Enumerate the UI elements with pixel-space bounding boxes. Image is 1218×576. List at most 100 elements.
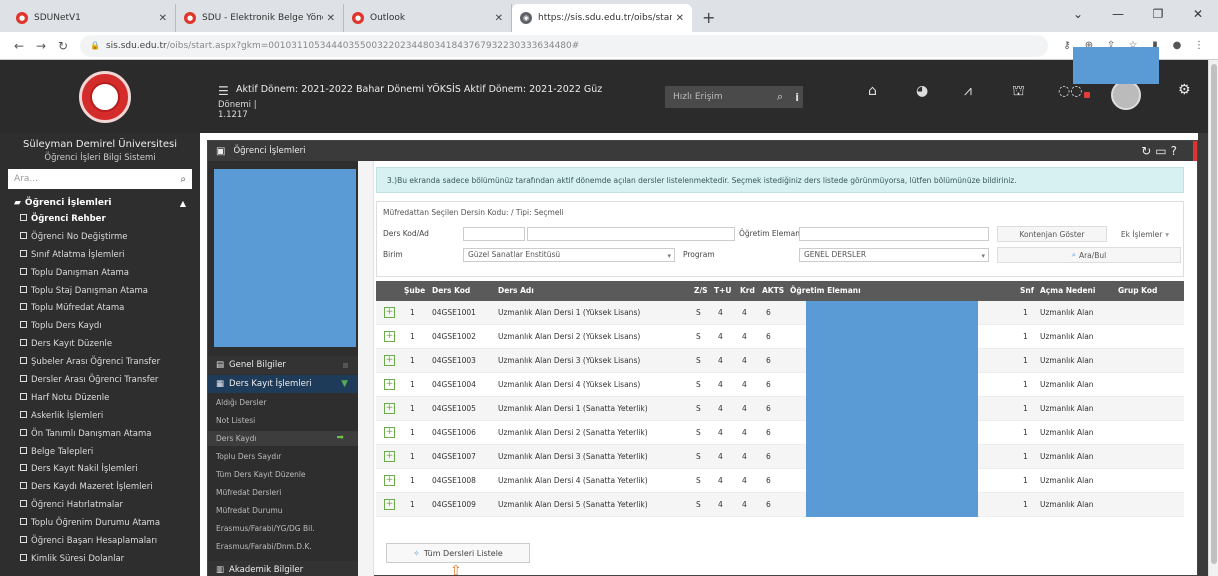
plus-icon[interactable]: +: [384, 379, 395, 390]
inner-menu-item[interactable]: Not Listesi: [208, 413, 358, 428]
menu-akademik-bilgiler[interactable]: ▥ Akademik Bilgiler: [208, 561, 358, 576]
inner-menu-item[interactable]: Müfredat Dersleri: [208, 485, 358, 500]
sidebar-item[interactable]: Öğrenci Başarı Hesaplamaları: [0, 533, 200, 551]
sidebar-item[interactable]: Askerlik İşlemleri: [0, 408, 200, 426]
refresh-icon[interactable]: ↻: [1141, 144, 1155, 158]
more-icon[interactable]: ⋮: [1188, 40, 1210, 51]
minimize-icon[interactable]: —: [1098, 7, 1138, 21]
table-row[interactable]: +1 04GSE1007 Uzmanlık Alan Dersi 3 (Sanatt…: [376, 445, 1184, 469]
inner-menu-item[interactable]: Toplu Ders Saydır: [208, 449, 358, 464]
scrollbar-thumb[interactable]: [1211, 64, 1217, 564]
sidebar-item[interactable]: Öğrenci Rehber: [0, 211, 200, 229]
chevron-down-icon[interactable]: ⌄: [1058, 7, 1098, 21]
search-icon[interactable]: ⌕: [180, 174, 186, 185]
ara-bul-button[interactable]: ⌕ Ara/Bul: [997, 247, 1181, 263]
sidebar-item[interactable]: Öğrenci No Değiştirme: [0, 229, 200, 247]
sidebar-item[interactable]: Şubeler Arası Öğrenci Transfer: [0, 354, 200, 372]
sidebar-item[interactable]: Toplu Danışman Atama: [0, 265, 200, 283]
university-logo[interactable]: [79, 70, 131, 123]
sidebar-item[interactable]: Harf Notu Düzenle: [0, 390, 200, 408]
collapse-icon[interactable]: ▭: [1155, 144, 1170, 158]
plus-icon[interactable]: +: [384, 403, 395, 414]
inner-menu-item[interactable]: Erasmus/Farabi/YG/DG Bil.: [208, 521, 358, 536]
close-icon[interactable]: ✕: [676, 13, 684, 24]
gear-icon[interactable]: ⚙: [1178, 82, 1191, 98]
profile-icon[interactable]: ●: [1166, 40, 1188, 51]
birim-select[interactable]: Güzel Sanatlar Enstitüsü ▾: [463, 248, 675, 262]
inner-menu-item[interactable]: Aldığı Dersler: [208, 395, 358, 410]
sidebar-item[interactable]: Ders Kayıt Düzenle: [0, 336, 200, 354]
sidebar-group-ogrenci[interactable]: ▰ Öğrenci İşlemleri ▲: [0, 195, 200, 211]
ogretim-input[interactable]: [799, 227, 989, 241]
browser-tab-3[interactable]: ● Outlook ✕: [344, 4, 512, 32]
page-scrollbar[interactable]: [1208, 60, 1218, 576]
browser-tab-4[interactable]: ◉ https://sis.sdu.edu.tr/oibs/start.a ✕: [512, 4, 692, 32]
help-icon[interactable]: ?: [1171, 144, 1181, 158]
inner-menu-item[interactable]: Ders Kaydı ➡: [208, 431, 358, 446]
sidebar-item[interactable]: Toplu Ders Kaydı: [0, 318, 200, 336]
info-card-icon: ▤: [216, 360, 225, 370]
kontenjan-button[interactable]: Kontenjan Göster: [997, 226, 1107, 242]
table-row[interactable]: +1 04GSE1001 Uzmanlık Alan Dersi 1 (Yüksek…: [376, 301, 1184, 325]
sidebar-item[interactable]: Belge Talepleri: [0, 444, 200, 462]
table-row[interactable]: +1 04GSE1008 Uzmanlık Alan Dersi 4 (Sanatt…: [376, 469, 1184, 493]
sidebar-item[interactable]: Öğrenci Hatırlatmalar: [0, 497, 200, 515]
ders-kod-input[interactable]: [463, 227, 525, 241]
sidebar-item[interactable]: Toplu Müfredat Atama: [0, 300, 200, 318]
ek-islemler-button[interactable]: Ek İşlemler ▾: [1109, 226, 1181, 242]
plus-icon[interactable]: +: [384, 331, 395, 342]
bank-icon[interactable]: ⛫: [1012, 83, 1025, 101]
menu-icon[interactable]: ☰: [218, 84, 229, 98]
sidebar-item[interactable]: Toplu Staj Danışman Atama: [0, 283, 200, 301]
home-icon[interactable]: ⌂: [868, 83, 877, 99]
plus-icon[interactable]: +: [384, 427, 395, 438]
pie-chart-icon[interactable]: ◕: [916, 83, 928, 99]
inner-menu-item[interactable]: Erasmus/Farabi/Dnm.D.K.: [208, 539, 358, 554]
plus-icon[interactable]: +: [384, 475, 395, 486]
table-row[interactable]: +1 04GSE1003 Uzmanlık Alan Dersi 3 (Yüksek…: [376, 349, 1184, 373]
inner-menu-item[interactable]: Müfredat Durumu: [208, 503, 358, 518]
plus-icon[interactable]: +: [384, 307, 395, 318]
sidebar-item[interactable]: Kimlik Süresi Dolanlar: [0, 551, 200, 569]
avatar[interactable]: [1111, 80, 1141, 110]
table-row[interactable]: +1 04GSE1006 Uzmanlık Alan Dersi 2 (Sanatt…: [376, 421, 1184, 445]
close-window-icon[interactable]: ✕: [1178, 7, 1218, 21]
plus-icon[interactable]: +: [384, 499, 395, 510]
sidebar-item[interactable]: Ders Kayıt Nakil İşlemleri: [0, 461, 200, 479]
search-icon[interactable]: ⌕: [777, 90, 783, 104]
list-all-courses-button[interactable]: ✧ Tüm Dersleri Listele: [386, 543, 530, 563]
table-row[interactable]: +1 04GSE1002 Uzmanlık Alan Dersi 2 (Yüksek…: [376, 325, 1184, 349]
sidebar-item[interactable]: Ders Kaydı Mazeret İşlemleri: [0, 479, 200, 497]
info-icon[interactable]: i: [795, 91, 799, 104]
close-icon[interactable]: ✕: [159, 13, 167, 24]
browser-tab-1[interactable]: ● SDUNetV1 ✕: [8, 4, 176, 32]
table-row[interactable]: +1 04GSE1005 Uzmanlık Alan Dersi 1 (Sanatt…: [376, 397, 1184, 421]
menu-ders-kayit-islemleri[interactable]: ▦ Ders Kayıt İşlemleri ▼: [208, 375, 358, 393]
table-row[interactable]: +1 04GSE1004 Uzmanlık Alan Dersi 4 (Yüksek…: [376, 373, 1184, 397]
plus-icon[interactable]: +: [384, 451, 395, 462]
new-tab-button[interactable]: +: [702, 4, 715, 32]
close-icon[interactable]: ✕: [495, 13, 503, 24]
sidebar-item[interactable]: Toplu Öğrenim Durumu Atama: [0, 515, 200, 533]
ders-ad-input[interactable]: [527, 227, 735, 241]
sidebar-search-input[interactable]: Ara... ⌕: [8, 169, 192, 189]
reload-icon[interactable]: ↻: [52, 39, 74, 53]
line-chart-icon[interactable]: ⩘: [964, 83, 972, 99]
inner-menu-item[interactable]: Tüm Ders Kayıt Düzenle: [208, 467, 358, 482]
menu-genel-bilgiler[interactable]: ▤ Genel Bilgiler: [208, 356, 358, 374]
chat-icon[interactable]: ◌◌: [1058, 83, 1082, 99]
sidebar-item[interactable]: Ön Tanımlı Danışman Atama: [0, 426, 200, 444]
sidebar-item[interactable]: Sınıf Atlatma İşlemleri: [0, 247, 200, 265]
quick-access-input[interactable]: Hızlı Erişim ⌕ i: [665, 86, 803, 108]
program-select[interactable]: GENEL DERSLER ▾: [799, 248, 989, 262]
plus-icon[interactable]: +: [384, 355, 395, 366]
forward-icon[interactable]: →: [30, 39, 52, 53]
browser-tab-2[interactable]: ● SDÜ - Elektronik Belge Yönetim Si ✕: [176, 4, 344, 32]
restore-icon[interactable]: ❐: [1138, 7, 1178, 21]
url-input[interactable]: 🔒 sis.sdu.edu.tr/oibs/start.aspx?gkm=001…: [80, 34, 1048, 57]
table-row[interactable]: +1 04GSE1009 Uzmanlık Alan Dersi 5 (Sanatt…: [376, 493, 1184, 517]
close-icon[interactable]: ✕: [327, 13, 335, 24]
back-icon[interactable]: ←: [8, 39, 30, 53]
splitter[interactable]: [358, 161, 374, 576]
sidebar-item[interactable]: Dersler Arası Öğrenci Transfer: [0, 372, 200, 390]
